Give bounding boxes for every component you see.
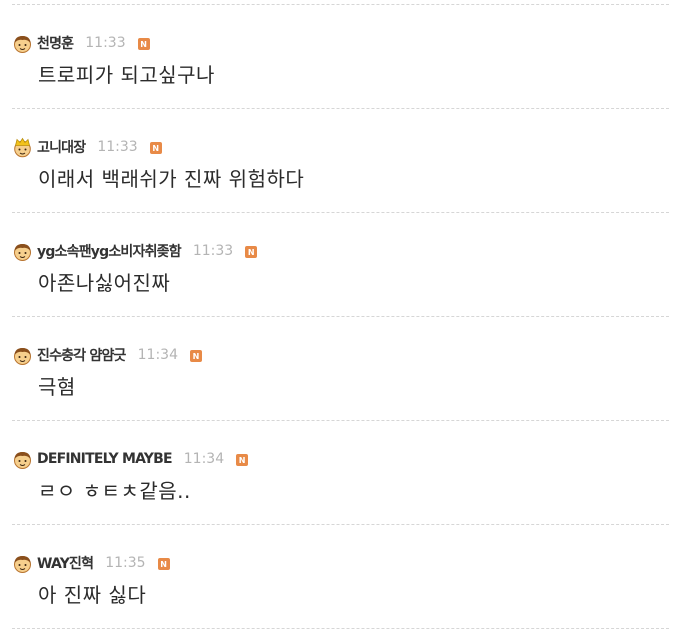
crowned-face-icon	[12, 137, 33, 158]
comment-text: 아존나싫어진짜	[38, 271, 171, 295]
nickname-link[interactable]: 천명훈	[37, 33, 74, 53]
comment-meta: yg소속팬yg소비자취좆함 11:33 N	[12, 241, 258, 262]
nickname-link[interactable]: 고니대장	[37, 137, 86, 157]
comment-list: 천명훈 11:33 N 트로피가 되고싶구나 고니대장 11:33 N 이래서 …	[0, 0, 675, 629]
boy-face-icon	[12, 33, 33, 54]
comment-time: 11:34	[183, 451, 225, 467]
nickname-link[interactable]: 진수충각 얌얌긋	[37, 345, 126, 365]
new-badge-icon: N	[236, 454, 249, 466]
comment-time: 11:34	[137, 347, 178, 363]
comment-meta: 고니대장 11:33 N	[12, 137, 162, 157]
comment-meta: DEFINITELY MAYBE 11:34 N	[12, 449, 249, 470]
boy-face-icon	[12, 449, 33, 470]
boy-face-icon	[12, 553, 33, 574]
comment-time: 11:35	[105, 555, 146, 571]
comment-text: 극혐	[38, 375, 76, 399]
comment-time: 11:33	[85, 35, 126, 51]
comment-meta: 천명훈 11:33 N	[12, 33, 150, 53]
boy-face-icon	[12, 345, 33, 366]
nickname-link[interactable]: WAY진혁	[37, 553, 94, 573]
new-badge-icon: N	[190, 350, 202, 362]
comment-meta: 진수충각 얌얌긋 11:34 N	[12, 345, 202, 365]
comment-item: 고니대장 11:33 N 이래서 백래쉬가 진짜 위험하다	[0, 109, 675, 213]
comment-item: 천명훈 11:33 N 트로피가 되고싶구나	[0, 5, 675, 109]
new-badge-icon: N	[157, 558, 170, 570]
new-badge-icon: N	[149, 142, 162, 154]
comment-text: 아 진짜 싫다	[38, 583, 147, 607]
comment-meta: WAY진혁 11:35 N	[12, 553, 170, 573]
comment-time: 11:33	[192, 243, 234, 259]
comment-text: 트로피가 되고싶구나	[38, 63, 215, 87]
boy-face-icon	[12, 241, 33, 262]
comment-text: ㄹㅇ ㅎㅌㅊ같음..	[38, 479, 191, 503]
nickname-link[interactable]: DEFINITELY MAYBE	[37, 451, 173, 467]
new-badge-icon: N	[137, 38, 150, 50]
comment-item: 진수충각 얌얌긋 11:34 N 극혐	[0, 317, 675, 421]
comment-item: yg소속팬yg소비자취좆함 11:33 N 아존나싫어진짜	[0, 213, 675, 317]
comment-item: WAY진혁 11:35 N 아 진짜 싫다	[0, 525, 675, 629]
comment-text: 이래서 백래쉬가 진짜 위험하다	[38, 167, 305, 191]
new-badge-icon: N	[245, 246, 258, 258]
comment-item: DEFINITELY MAYBE 11:34 N ㄹㅇ ㅎㅌㅊ같음..	[0, 421, 675, 525]
comment-time: 11:33	[97, 139, 138, 155]
nickname-link[interactable]: yg소속팬yg소비자취좆함	[37, 241, 182, 261]
